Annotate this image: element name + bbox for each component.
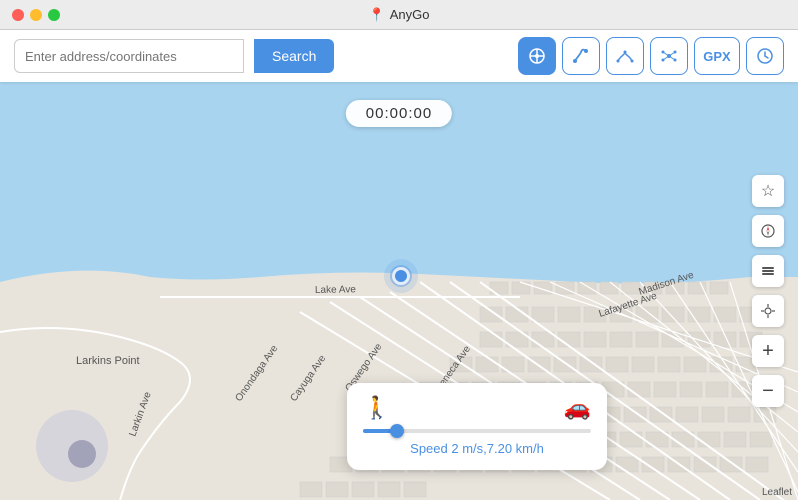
app-title: 📍 AnyGo xyxy=(369,7,430,23)
minimize-button[interactable] xyxy=(30,9,42,21)
location-marker xyxy=(392,267,410,285)
speed-panel: 🚶 🚗 Speed 2 m/s,7.20 km/h xyxy=(347,383,607,470)
speed-label: Speed 2 m/s,7.20 km/h xyxy=(363,441,591,456)
map-controls-panel: ☆ + xyxy=(752,175,784,407)
multi-route-button[interactable] xyxy=(606,37,644,75)
recenter-button[interactable] xyxy=(752,295,784,327)
joystick[interactable] xyxy=(36,410,108,482)
leaflet-attribution: Leaflet xyxy=(762,487,792,498)
teleport-button[interactable] xyxy=(518,37,556,75)
search-input[interactable] xyxy=(14,39,244,73)
close-button[interactable] xyxy=(12,9,24,21)
search-button[interactable]: Search xyxy=(254,39,334,73)
toolbar-right: GPX xyxy=(518,37,784,75)
map-container[interactable]: Lake Ave Madison Ave Lafayette Ave Larki… xyxy=(0,82,798,500)
window-controls xyxy=(12,9,60,21)
zoom-in-button[interactable]: + xyxy=(752,335,784,367)
history-button[interactable] xyxy=(746,37,784,75)
svg-text:Lake Ave: Lake Ave xyxy=(315,284,357,296)
speed-slider-thumb[interactable] xyxy=(390,424,404,438)
toolbar: Search xyxy=(0,30,798,82)
walk-icon: 🚶 xyxy=(363,395,390,421)
app-name-label: AnyGo xyxy=(390,7,430,22)
gpx-button[interactable]: GPX xyxy=(694,37,740,75)
speed-icons: 🚶 🚗 xyxy=(363,395,591,421)
speed-slider[interactable] xyxy=(363,429,591,433)
car-icon: 🚗 xyxy=(564,395,591,421)
title-bar: 📍 AnyGo xyxy=(0,0,798,30)
zoom-out-button[interactable]: − xyxy=(752,375,784,407)
map-layers-button[interactable] xyxy=(752,255,784,287)
star-button[interactable]: ☆ xyxy=(752,175,784,207)
maximize-button[interactable] xyxy=(48,9,60,21)
timer-display: 00:00:00 xyxy=(346,100,452,127)
route-button[interactable] xyxy=(562,37,600,75)
app-icon: 📍 xyxy=(369,7,385,23)
joystick-inner xyxy=(68,440,96,468)
compass-button[interactable] xyxy=(752,215,784,247)
svg-text:Larkins Point: Larkins Point xyxy=(76,355,140,367)
joystick-outer xyxy=(36,410,108,482)
multi-spot-button[interactable] xyxy=(650,37,688,75)
